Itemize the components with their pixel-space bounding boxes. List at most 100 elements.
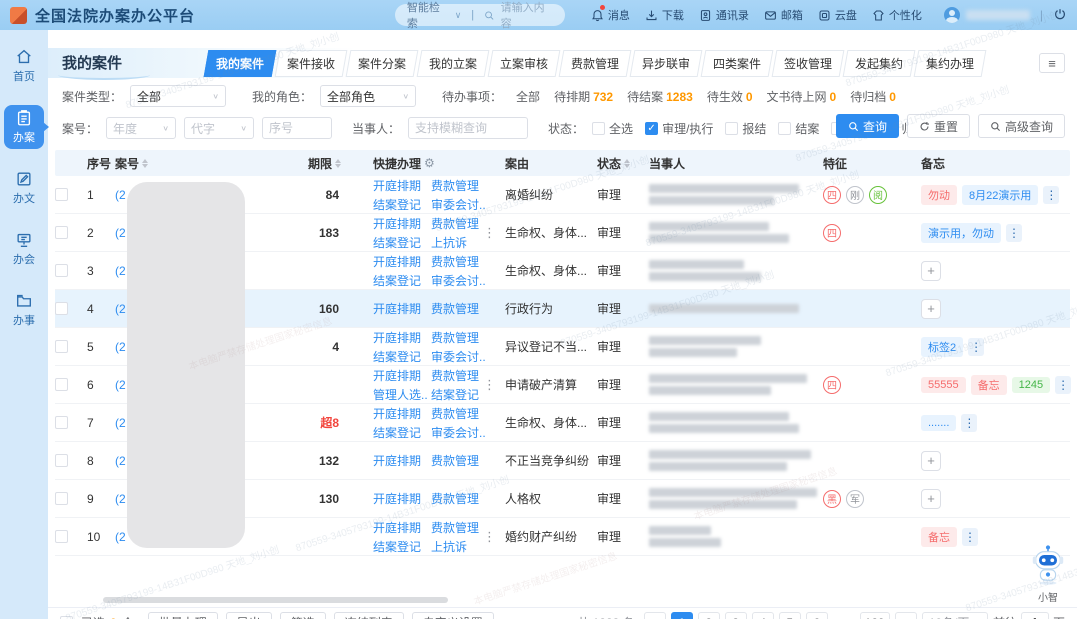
quick-action-link[interactable]: 审委会讨... <box>431 348 485 365</box>
horizontal-scrollbar[interactable] <box>103 597 448 603</box>
quick-action-link[interactable]: 审委会讨... <box>431 424 485 441</box>
tab-我的立案[interactable]: 我的立案 <box>417 50 490 77</box>
memo-add-button[interactable]: + <box>921 261 941 281</box>
footer-button-自定义设置[interactable]: 自定义设置 <box>412 612 494 619</box>
quick-action-link[interactable]: 开庭排期 <box>373 367 427 384</box>
quick-action-link[interactable]: 审委会讨... <box>431 272 485 289</box>
row-checkbox[interactable] <box>55 340 68 353</box>
memo-add-button[interactable]: + <box>921 489 941 509</box>
court-word-select[interactable]: 代字∨ <box>184 117 254 139</box>
todo-filter-待排期[interactable]: 待排期732 <box>554 88 613 105</box>
quick-action-link[interactable]: 结案登记 <box>373 424 427 441</box>
quick-more-button[interactable]: ⋮ <box>483 377 505 393</box>
status-checkbox-审理/执行[interactable]: ✓审理/执行 <box>645 120 713 137</box>
quick-action-link[interactable]: 开庭排期 <box>373 300 427 317</box>
quick-action-link[interactable]: 费款管理 <box>431 452 485 469</box>
logout-power-button[interactable] <box>1053 7 1067 24</box>
todo-filter-待生效[interactable]: 待生效0 <box>707 88 753 105</box>
footer-button-冻结列表[interactable]: 冻结列表 <box>334 612 404 619</box>
user-area[interactable]: | <box>944 7 1067 24</box>
quick-action-link[interactable]: 结案登记 <box>373 196 427 213</box>
quick-action-link[interactable]: 费款管理 <box>431 490 485 507</box>
quick-action-link[interactable]: 开庭排期 <box>373 253 427 270</box>
seq-no-input[interactable] <box>262 117 332 139</box>
quick-more-button[interactable]: ⋮ <box>483 529 505 545</box>
topbar-action-mail[interactable]: 邮箱 <box>764 7 803 23</box>
memo-more-button[interactable]: ⋮ <box>961 414 977 432</box>
quick-action-link[interactable]: 结案登记 <box>373 538 427 555</box>
quick-action-link[interactable]: 开庭排期 <box>373 177 427 194</box>
search-scope-select[interactable]: 智能检索 <box>407 0 449 31</box>
row-checkbox[interactable] <box>55 530 68 543</box>
col-case[interactable]: 案号 <box>115 155 280 172</box>
footer-button-批量办理[interactable]: 批量办理 <box>148 612 218 619</box>
quick-action-link[interactable]: 费款管理 <box>431 329 485 346</box>
page-button-2[interactable]: 2 <box>698 612 720 619</box>
page-button-6[interactable]: 6 <box>806 612 828 619</box>
global-search[interactable]: 智能检索 ∨ | 请输入内容 <box>395 4 565 26</box>
gear-icon[interactable]: ⚙ <box>424 156 435 170</box>
tab-四类案件[interactable]: 四类案件 <box>701 50 774 77</box>
row-checkbox[interactable] <box>55 226 68 239</box>
quick-action-link[interactable]: 费款管理 <box>431 367 485 384</box>
footer-button-导出[interactable]: 导出 <box>226 612 272 619</box>
quick-action-link[interactable]: 结案登记 <box>373 348 427 365</box>
status-checkbox-报结[interactable]: 报结 <box>725 120 766 137</box>
row-checkbox[interactable] <box>55 302 68 315</box>
role-select[interactable]: 全部角色∨ <box>320 85 416 107</box>
prev-page-button[interactable]: < <box>644 612 666 619</box>
quick-action-link[interactable]: 费款管理 <box>431 300 485 317</box>
quick-action-link[interactable]: 开庭排期 <box>373 329 427 346</box>
memo-add-button[interactable]: + <box>921 299 941 319</box>
tab-异步联审[interactable]: 异步联审 <box>630 50 703 77</box>
memo-more-button[interactable]: ⋮ <box>1006 224 1022 242</box>
todo-filter-待归档[interactable]: 待归档0 <box>850 88 896 105</box>
case-type-select[interactable]: 全部∨ <box>130 85 226 107</box>
topbar-action-cloud-disk[interactable]: 云盘 <box>818 7 857 23</box>
col-quick[interactable]: 快捷办理⚙ <box>373 155 483 172</box>
quick-action-link[interactable]: 结案登记 <box>431 386 485 403</box>
quick-action-link[interactable]: 审委会讨... <box>431 196 485 213</box>
tab-案件接收[interactable]: 案件接收 <box>275 50 348 77</box>
page-button-3[interactable]: 3 <box>725 612 747 619</box>
tab-立案审核[interactable]: 立案审核 <box>488 50 561 77</box>
memo-more-button[interactable]: ⋮ <box>1055 376 1071 394</box>
quick-action-link[interactable]: 开庭排期 <box>373 452 427 469</box>
query-button[interactable]: 查询 <box>836 114 899 138</box>
page-size-select[interactable]: 10条/页∨ <box>922 612 988 619</box>
col-status[interactable]: 状态 <box>597 155 649 172</box>
page-button-5[interactable]: 5 <box>779 612 801 619</box>
tab-集约办理[interactable]: 集约办理 <box>914 50 987 77</box>
quick-action-link[interactable]: 费款管理 <box>431 253 485 270</box>
topbar-action-bell[interactable]: 消息 <box>591 7 630 23</box>
goto-page-input[interactable] <box>1021 612 1049 619</box>
quick-action-link[interactable]: 费款管理 <box>431 405 485 422</box>
quick-action-link[interactable]: 开庭排期 <box>373 405 427 422</box>
quick-action-link[interactable]: 上抗诉 <box>431 538 485 555</box>
row-checkbox[interactable] <box>55 492 68 505</box>
topbar-action-download[interactable]: 下载 <box>645 7 684 23</box>
reset-button[interactable]: 重置 <box>907 114 970 138</box>
tab-发起集约[interactable]: 发起集约 <box>843 50 916 77</box>
memo-add-button[interactable]: + <box>921 451 941 471</box>
quick-action-link[interactable]: 开庭排期 <box>373 519 427 536</box>
quick-action-link[interactable]: 费款管理 <box>431 215 485 232</box>
quick-more-button[interactable]: ⋮ <box>483 225 505 241</box>
memo-more-button[interactable]: ⋮ <box>1043 186 1059 204</box>
row-checkbox[interactable] <box>55 416 68 429</box>
todo-filter-待结案[interactable]: 待结案1283 <box>627 88 693 105</box>
tab-费款管理[interactable]: 费款管理 <box>559 50 632 77</box>
tab-案件分案[interactable]: 案件分案 <box>346 50 419 77</box>
advanced-query-button[interactable]: 高级查询 <box>978 114 1065 138</box>
sidebar-item-办案[interactable]: 办案 <box>4 105 44 149</box>
topbar-action-contacts[interactable]: 通讯录 <box>699 7 749 23</box>
quick-action-link[interactable]: 上抗诉 <box>431 234 485 251</box>
quick-action-link[interactable]: 费款管理 <box>431 519 485 536</box>
todo-filter-全部[interactable]: 全部 <box>516 88 540 105</box>
quick-action-link[interactable]: 管理人选... <box>373 386 427 403</box>
quick-action-link[interactable]: 开庭排期 <box>373 215 427 232</box>
party-input[interactable] <box>408 117 528 139</box>
quick-action-link[interactable]: 结案登记 <box>373 234 427 251</box>
row-checkbox[interactable] <box>55 378 68 391</box>
tab-我的案件[interactable]: 我的案件 <box>204 50 277 77</box>
